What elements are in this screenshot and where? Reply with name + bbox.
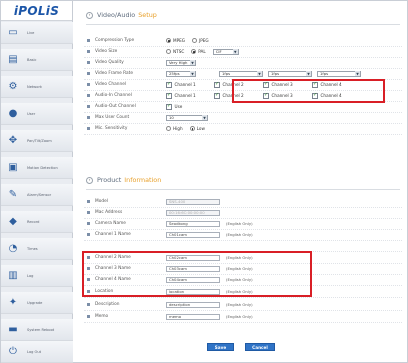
radio-mic-high[interactable]: High [166,126,183,132]
log-icon: ▥ [8,270,18,281]
row-mac-address: Mac Address 00:16:6C:00:00:00 [84,208,402,219]
radio-mic-low[interactable]: Low [189,126,205,132]
upgrade-icon: ✦ [8,297,18,308]
sidebar-item-ptz[interactable]: ✥ Pan/Tilt/Zoom [1,130,73,152]
main-panel: › Video/Audio Setup Compression Type MPEG… [76,0,406,363]
section-title-product-information: › Product Information [86,175,161,185]
network-icon: ⚙ [8,81,18,92]
row-video-frame-rate: Video Frame Rate 25fps ▼ 1fps ▼ 1fps ▼ 1fps… [84,69,402,80]
row-video-size: Video Size NTSC PAL CIF ▼ [84,47,402,58]
description-input[interactable]: description [166,301,220,309]
frame-rate-select-1[interactable]: 25fps ▼ [166,70,196,78]
sidebar-item-user[interactable]: ● User [1,103,73,125]
highlight-box-channel-names [82,251,312,297]
sidebar-item-record[interactable]: ◆ Record [1,211,73,233]
sidebar-item-system-reboot[interactable]: ▬ System Reboot [1,319,73,341]
checkbox-audio-out-use[interactable]: Use [166,103,182,110]
sidebar-item-label: Basic [27,57,37,62]
mac-address-field: 00:16:6C:00:00:00 [166,209,220,217]
radio-ntsc[interactable]: NTSC [166,49,184,55]
row-audio-out-channel: Audio-Out Channel Use [84,102,402,113]
reboot-icon: ▬ [8,324,18,335]
radio-mpeg[interactable]: MPEG [166,38,185,44]
chevron-right-icon: › [86,176,93,184]
chevron-right-icon: › [86,11,93,19]
sidebar-item-log[interactable]: ▥ Log [1,265,73,287]
sidebar-item-label: Log Out [27,349,42,354]
divider [86,189,400,190]
sidebar-item-label: Live [27,30,35,35]
save-button[interactable]: Save [207,343,234,351]
video-size-select[interactable]: CIF ▼ [212,48,239,56]
sidebar: iPOLiS ▭ Live ▤ Basic ⚙ Network ● User ✥… [1,1,73,363]
alarm-icon: ✎ [8,189,18,200]
sidebar-item-network[interactable]: ⚙ Network [1,76,73,98]
radio-pal[interactable]: PAL [191,49,206,55]
sidebar-item-basic[interactable]: ▤ Basic [1,49,73,71]
camera-name-input[interactable]: Seodkong [166,220,220,228]
user-icon: ● [8,108,18,119]
clock-icon: ◔ [8,243,18,254]
row-model: Model SNS-400 [84,197,402,208]
sidebar-item-label: Log [27,273,34,278]
cancel-button[interactable]: Cancel [245,343,275,351]
row-compression-type: Compression Type MPEG JPEG [84,36,402,47]
row-description: Description description (English Only) [84,300,402,311]
sidebar-item-label: Record [27,219,40,224]
row-channel-1-name: Channel 1 Name Ch01cam (English Only) [84,230,402,241]
checkbox-video-channel-1[interactable]: Channel 1 [166,81,214,88]
video-quality-select[interactable]: Very High ▼ [166,59,196,67]
motion-icon: ▣ [8,162,18,173]
sidebar-item-live[interactable]: ▭ Live [1,22,73,44]
sidebar-item-label: Upgrade [27,300,43,305]
sidebar-item-label: User [27,111,36,116]
max-user-count-select[interactable]: 10 ▼ [166,114,208,122]
checkbox-audio-in-channel-1[interactable]: Channel 1 [166,92,214,99]
radio-jpeg[interactable]: JPEG [192,38,209,44]
sidebar-item-alarm-sensor[interactable]: ✎ Alarm/Sensor [1,184,73,206]
record-icon: ◆ [9,216,17,227]
row-memo: Memo memo (English Only) [84,312,402,323]
model-field: SNS-400 [166,198,220,206]
chevron-down-icon: ▼ [232,49,238,55]
row-camera-name: Camera Name Seodkong (English Only) [84,219,402,230]
divider [86,24,400,25]
memo-input[interactable]: memo [166,313,220,321]
chevron-down-icon: ▼ [306,71,311,77]
sidebar-item-label: Network [27,84,43,89]
logo: iPOLiS [1,1,72,21]
row-mic-sensitivity: Mic. Sensitivity High Low [84,124,402,135]
settings-icon: ▤ [8,54,18,65]
sidebar-item-upgrade[interactable]: ✦ Upgrade [1,292,73,314]
monitor-icon: ▭ [8,27,18,38]
row-max-user-count: Max User Count 10 ▼ [84,113,402,124]
sidebar-item-label: System Reboot [27,327,55,332]
chevron-down-icon: ▼ [202,115,207,121]
frame-rate-select-3[interactable]: 1fps ▼ [268,70,312,78]
frame-rate-select-4[interactable]: 1fps ▼ [317,70,361,78]
chevron-down-icon: ▼ [190,71,195,77]
sidebar-item-log-out[interactable]: ⏻ Log Out [1,341,73,363]
ptz-icon: ✥ [8,135,18,146]
chevron-down-icon: ▼ [257,71,262,77]
logout-icon: ⏻ [9,346,17,357]
highlight-box-channels [232,79,385,103]
chevron-down-icon: ▼ [355,71,360,77]
sidebar-item-motion-detection[interactable]: ▣ Motion Detection [1,157,73,179]
section-title-video-audio: › Video/Audio Setup [86,10,157,20]
row-video-quality: Video Quality Very High ▼ [84,58,402,69]
sidebar-item-label: Times [27,246,38,251]
chevron-down-icon: ▼ [190,60,195,66]
sidebar-item-label: Alarm/Sensor [27,192,52,197]
channel-1-name-input[interactable]: Ch01cam [166,231,220,239]
frame-rate-select-2[interactable]: 1fps ▼ [219,70,263,78]
sidebar-item-label: Motion Detection [27,165,58,170]
sidebar-item-label: Pan/Tilt/Zoom [27,138,52,143]
sidebar-item-times[interactable]: ◔ Times [1,238,73,260]
